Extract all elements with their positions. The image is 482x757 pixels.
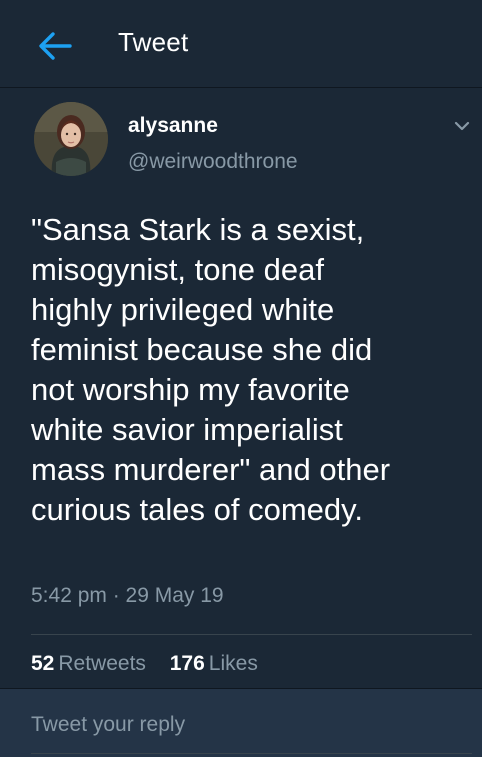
retweets-stat[interactable]: 52 Retweets xyxy=(31,652,146,676)
user-handle[interactable]: @weirwoodthrone xyxy=(128,150,298,174)
reply-bar: Tweet your reply xyxy=(0,688,482,757)
chevron-down-icon xyxy=(454,121,470,131)
likes-stat[interactable]: 176 Likes xyxy=(170,652,258,676)
arrow-left-icon xyxy=(39,32,72,60)
retweets-count: 52 xyxy=(31,652,55,675)
back-button[interactable] xyxy=(34,28,74,64)
tweet-stats: 52 Retweets 176 Likes xyxy=(31,652,276,676)
likes-count: 176 xyxy=(169,652,205,675)
tweet-text: "Sansa Stark is a sexist, misogynist, to… xyxy=(31,212,391,527)
reply-input[interactable]: Tweet your reply xyxy=(31,713,185,737)
retweets-label: Retweets xyxy=(58,652,146,675)
page-title: Tweet xyxy=(118,27,189,57)
avatar[interactable] xyxy=(34,102,108,176)
top-app-bar: Tweet xyxy=(0,0,482,88)
avatar-portrait-image xyxy=(34,102,108,176)
divider xyxy=(31,634,472,635)
likes-label: Likes xyxy=(208,652,258,675)
reply-input-underline xyxy=(31,753,472,754)
tweet-options-button[interactable] xyxy=(450,116,474,136)
display-name[interactable]: alysanne xyxy=(128,114,218,138)
tweet-timestamp: 5:42 pm · 29 May 19 xyxy=(31,584,224,607)
